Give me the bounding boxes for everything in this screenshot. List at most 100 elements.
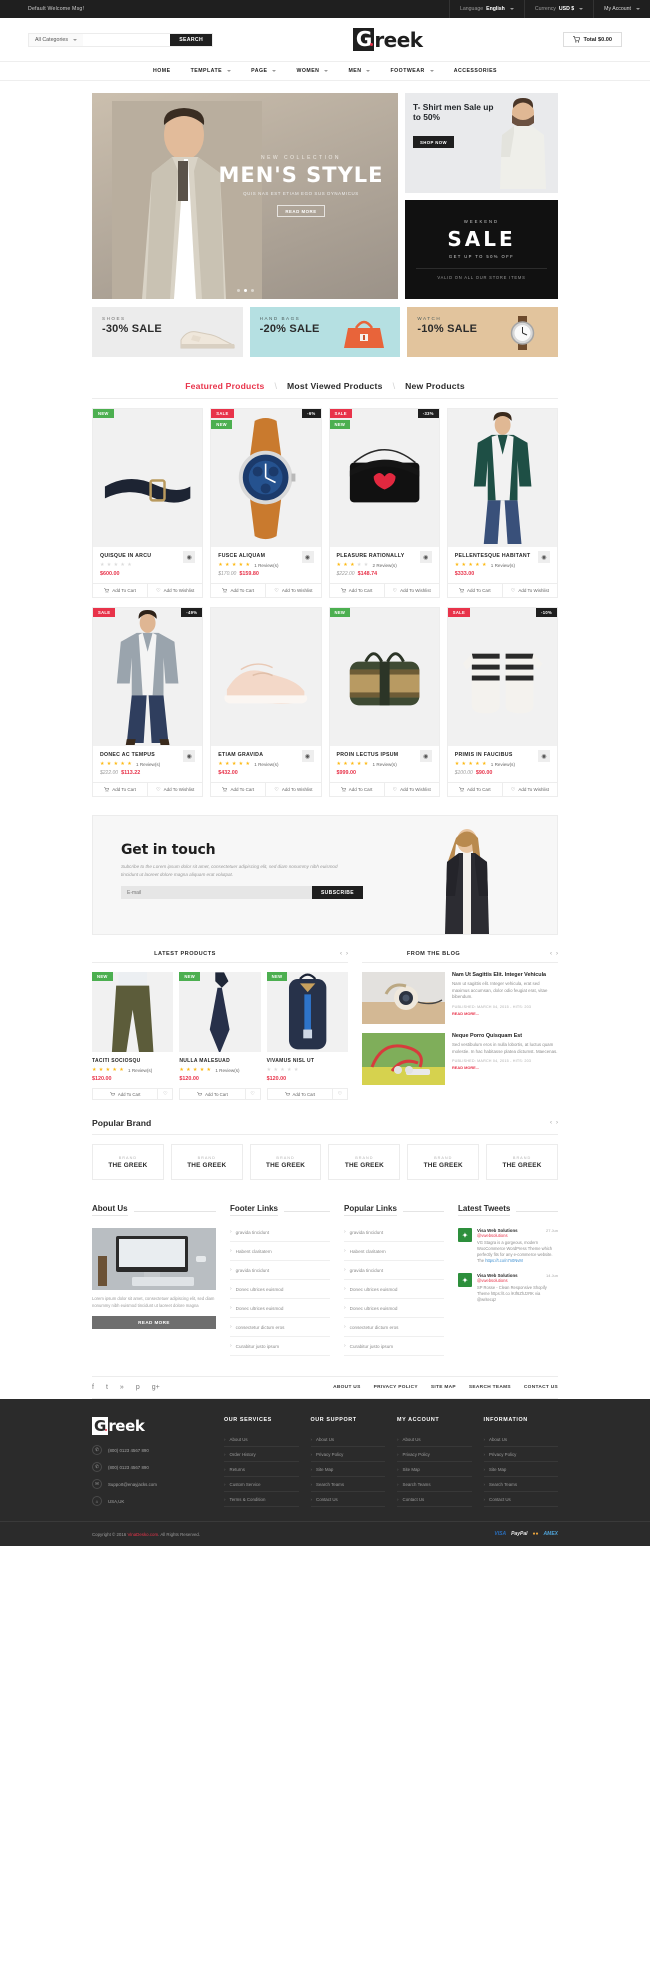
add-to-wishlist-button[interactable]: ♡ Add To Wishlist (503, 783, 557, 796)
nav-item-template[interactable]: TEMPLATE (181, 68, 242, 74)
footer-column-link[interactable]: › Privacy Policy (483, 1447, 558, 1462)
add-to-cart-button[interactable]: Add To Cart (268, 1089, 333, 1099)
add-to-wishlist-button[interactable]: ♡ (246, 1089, 260, 1099)
next-arrow-icon[interactable]: › (556, 951, 558, 957)
add-to-cart-button[interactable]: Add To Cart (211, 584, 267, 597)
nav-item-page[interactable]: PAGE (241, 68, 286, 74)
quick-view-icon[interactable]: ◉ (419, 551, 432, 563)
product-image[interactable]: NEW (93, 409, 203, 547)
footer-column-link[interactable]: › Privacy Policy (310, 1447, 385, 1462)
tweet-link[interactable]: https://t.co/n7n0NvM (485, 1258, 523, 1263)
footer-column-link[interactable]: › Site Map (483, 1462, 558, 1477)
category-banner-2[interactable]: HAND BAGS -20% SALE (249, 307, 401, 357)
brand-card[interactable]: BRAND THE GREEK (249, 1144, 322, 1180)
blog-read-more-link[interactable]: READ MORE... (452, 1011, 558, 1016)
popular-link[interactable]: › Donec ultrices euismod (344, 1280, 444, 1299)
footer-link[interactable]: › consectetur dictum eros (230, 1318, 330, 1337)
currency-selector[interactable]: Currency USD $ (523, 0, 593, 18)
product-card[interactable]: SALE -10% PRIMIS IN FAUCIBUS ★ ★ ★ ★ ★ 1 Review(… (446, 607, 558, 797)
product-card[interactable]: SALE NEW -33% PLEASURE RATIONALLY ★ ★ ★ ★ ★ 2 Rev… (328, 408, 440, 598)
latest-product-card[interactable]: NEW NULLA MALESUAD ★ ★ ★ ★ ★ 1 Review(s) $120.00… (179, 972, 261, 1100)
newsletter-email-input[interactable] (121, 886, 312, 899)
product-image[interactable] (447, 409, 557, 547)
blog-post[interactable]: Nam Ut Sagittis Elit. Integer Vehicula Na… (362, 972, 558, 1024)
footer-column-link[interactable]: › Order History (224, 1447, 299, 1462)
latest-product-image[interactable]: NEW (92, 972, 174, 1052)
tab-new-products[interactable]: New Products (405, 381, 465, 391)
prev-arrow-icon[interactable]: ‹ (550, 951, 552, 957)
product-name[interactable]: PLEASURE RATIONALLY (337, 553, 432, 559)
language-selector[interactable]: Language English (449, 0, 524, 18)
latest-product-name[interactable]: VIVAMUS NISL UT (267, 1058, 348, 1064)
blog-title[interactable]: Nam Ut Sagittis Elit. Integer Vehicula (452, 972, 558, 978)
add-to-wishlist-button[interactable]: ♡ Add To Wishlist (385, 584, 439, 597)
blog-title[interactable]: Neque Porro Quisquam Est (452, 1033, 558, 1039)
tweet-handle[interactable]: @vwebsolutions (477, 1278, 558, 1283)
add-to-wishlist-button[interactable]: ♡ (333, 1089, 347, 1099)
product-name[interactable]: DONEC AC TEMPUS (100, 752, 195, 758)
product-card[interactable]: SALE -49% DONEC AC TEMPUS ★ ★ ★ ★ ★ 1 Review(s) $… (92, 607, 204, 797)
latest-product-card[interactable]: NEW VIVAMUS NISL UT ★ ★ ★ ★ ★ $120.00 Add To Car… (266, 972, 348, 1100)
footer-column-link[interactable]: › Returns (224, 1462, 299, 1477)
copyright-brand[interactable]: VinaDesko.com (127, 1532, 158, 1537)
twitter-icon[interactable]: t (106, 1384, 108, 1391)
footer-column-link[interactable]: › Search Teams (397, 1477, 472, 1492)
footer-column-link[interactable]: › Site Map (397, 1462, 472, 1477)
quick-view-icon[interactable]: ◉ (183, 551, 196, 563)
footer-link[interactable]: › gravida tincidunt (230, 1261, 330, 1280)
latest-product-name[interactable]: TACITI SOCIOSQU (92, 1058, 173, 1064)
latest-product-name[interactable]: NULLA MALESUAD (179, 1058, 260, 1064)
nav-item-men[interactable]: MEN (338, 68, 380, 74)
my-account-menu[interactable]: My Account (593, 0, 650, 18)
tweet-item[interactable]: ✦ Visa Web Solutions 14 Jun @vwebsolutions S… (458, 1273, 558, 1303)
strip-link-site-map[interactable]: SITE MAP (431, 1385, 456, 1390)
hero-dot-2[interactable] (243, 289, 247, 292)
add-to-wishlist-button[interactable]: ♡ Add To Wishlist (148, 783, 202, 796)
add-to-wishlist-button[interactable]: ♡ Add To Wishlist (148, 584, 202, 597)
strip-link-privacy-policy[interactable]: PRIVACY POLICY (374, 1385, 418, 1390)
nav-item-home[interactable]: HOME (143, 68, 181, 74)
popular-link[interactable]: › consectetur dictum eros (344, 1318, 444, 1337)
nav-item-women[interactable]: WOMEN (286, 68, 338, 74)
strip-link-contact-us[interactable]: CONTACT US (524, 1385, 558, 1390)
footer-column-link[interactable]: › Privacy Policy (397, 1447, 472, 1462)
brand-arrows[interactable]: ‹ › (550, 1120, 558, 1126)
product-name[interactable]: ETIAM GRAVIDA (218, 752, 313, 758)
quick-view-icon[interactable]: ◉ (301, 750, 314, 762)
brand-card[interactable]: BRAND THE GREEK (407, 1144, 480, 1180)
add-to-cart-button[interactable]: Add To Cart (211, 783, 267, 796)
footer-column-link[interactable]: › Contact Us (397, 1492, 472, 1507)
product-card[interactable]: NEW QUISQUE IN ARCU ★ ★ ★ ★ ★ $600.00 ◉ Add To Ca… (92, 408, 204, 598)
footer-column-link[interactable]: › Contact Us (483, 1492, 558, 1507)
footer-column-link[interactable]: › Search Teams (310, 1477, 385, 1492)
footer-column-link[interactable]: › About Us (483, 1432, 558, 1447)
hero-slider[interactable]: NEW COLLECTION MEN'S STYLE QUIS NAS EST … (92, 93, 398, 299)
tab-most-viewed-products[interactable]: Most Viewed Products (287, 381, 383, 391)
add-to-wishlist-button[interactable]: ♡ Add To Wishlist (503, 584, 557, 597)
blog-read-more-link[interactable]: READ MORE... (452, 1065, 558, 1070)
about-us-read-more-button[interactable]: READ MORE (92, 1316, 216, 1329)
tab-featured-products[interactable]: Featured Products (185, 381, 264, 391)
tweet-item[interactable]: ✦ Visa Web Solutions 27 Jun @vwebsolutions V… (458, 1228, 558, 1264)
quick-view-icon[interactable]: ◉ (538, 750, 550, 762)
product-name[interactable]: FUSCE ALIQUAM (218, 553, 313, 559)
popular-link[interactable]: › gravida tincidunt (344, 1223, 444, 1242)
footer-column-link[interactable]: › About Us (224, 1432, 299, 1447)
product-card[interactable]: NEW PROIN LECTUS IPSUM ★ ★ ★ ★ ★ 1 Review(s) $99… (328, 607, 440, 797)
footer-column-link[interactable]: › Contact Us (310, 1492, 385, 1507)
search-button[interactable]: SEARCH (170, 33, 212, 46)
prev-arrow-icon[interactable]: ‹ (550, 1120, 552, 1126)
footer-column-link[interactable]: › Terms & Condition (224, 1492, 299, 1507)
pinterest-icon[interactable]: p (136, 1384, 140, 1391)
product-name[interactable]: PROIN LECTUS IPSUM (337, 752, 432, 758)
hero-dot-1[interactable] (236, 289, 240, 292)
footer-column-link[interactable]: › About Us (310, 1432, 385, 1447)
hero-read-more-button[interactable]: READ MORE (277, 205, 325, 217)
footer-column-link[interactable]: › Site Map (310, 1462, 385, 1477)
popular-link[interactable]: › gravida tincidunt (344, 1261, 444, 1280)
blog-arrows[interactable]: ‹ › (550, 951, 558, 957)
brand-card[interactable]: BRAND THE GREEK (328, 1144, 401, 1180)
product-image[interactable] (211, 608, 321, 746)
popular-link[interactable]: › Habent claritatem (344, 1242, 444, 1261)
popular-link[interactable]: › Donec ultrices euismod (344, 1299, 444, 1318)
